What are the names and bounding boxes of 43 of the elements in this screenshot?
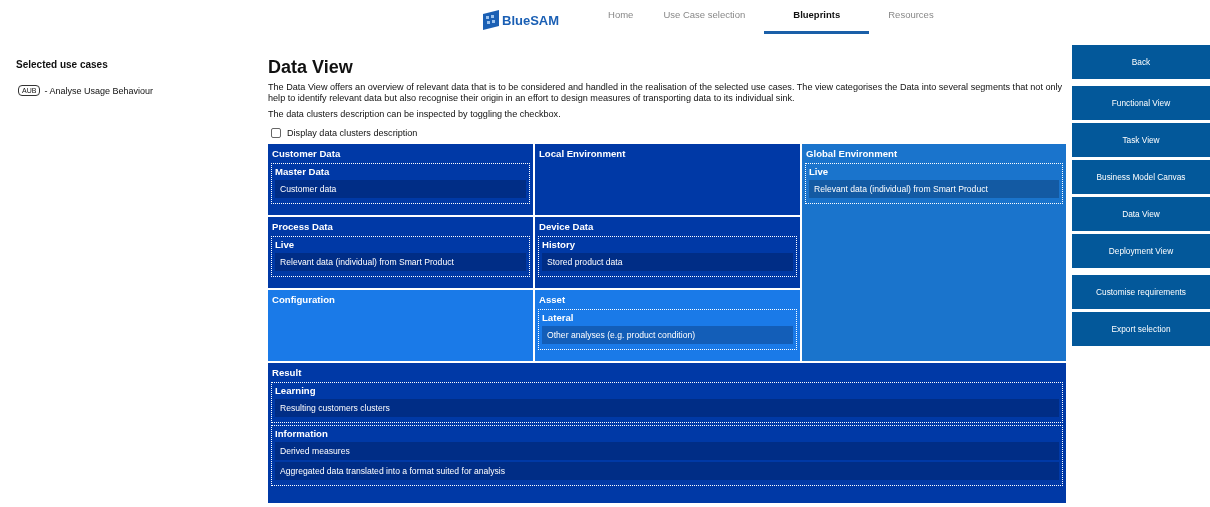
sidebar-title: Selected use cases: [16, 59, 109, 70]
action-button[interactable]: Functional View: [1072, 86, 1210, 120]
cluster-title: Configuration: [272, 294, 336, 305]
data-item: Derived measures: [275, 442, 1059, 460]
cluster-title: Global Environment: [806, 148, 899, 159]
group-title: Lateral: [542, 312, 575, 323]
nav-tab[interactable]: Home: [597, 0, 645, 34]
data-item: Aggregated data translated into a format suited for analysis: [275, 462, 1059, 480]
data-item: Resulting customers clusters: [275, 399, 1059, 417]
nav-tab[interactable]: Blueprints: [764, 0, 870, 34]
nav-tab[interactable]: Resources: [877, 0, 945, 34]
action-button[interactable]: Export selection: [1072, 312, 1210, 346]
action-button[interactable]: Task View: [1072, 123, 1210, 157]
action-button[interactable]: Data View: [1072, 197, 1210, 231]
data-item: Customer data: [275, 180, 526, 198]
group-title: History: [542, 239, 577, 250]
data-item: Other analyses (e.g. product condition): [542, 326, 793, 344]
action-button[interactable]: Business Model Canvas: [1072, 160, 1210, 194]
group-title: Master Data: [275, 166, 331, 177]
logo-icon: [483, 10, 499, 30]
data-item: Relevant data (individual) from Smart Product: [275, 253, 526, 271]
group-title: Live: [809, 166, 830, 177]
action-button[interactable]: Customise requirements: [1072, 275, 1210, 309]
cluster-title: Process Data: [272, 221, 334, 232]
description-text: The Data View offers an overview of relevant data that is to be considered and handled in the realisation of the selected use cases. The view categorises the Data into several segments that not only help to identify relevant data but also recognise their origin in an effort to design measures of transporting data to its individual sink.: [268, 82, 1064, 104]
use-case-label: - Analyse Usage Behaviour: [44, 85, 153, 96]
group-title: Live: [275, 239, 296, 250]
logo-text: BlueSAM: [502, 12, 560, 28]
group-title: Information: [275, 428, 329, 439]
group-title: Learning: [275, 385, 317, 396]
data-item: Stored product data: [542, 253, 793, 271]
cluster-title: Customer Data: [272, 148, 342, 159]
action-button[interactable]: Deployment View: [1072, 234, 1210, 268]
action-button[interactable]: Back: [1072, 45, 1210, 79]
hint-text: The data clusters description can be inspected by toggling the checkbox.: [268, 109, 562, 120]
data-item: Relevant data (individual) from Smart Product: [809, 180, 1059, 198]
cluster-title: Device Data: [539, 221, 595, 232]
cluster-title: Asset: [539, 294, 567, 305]
cluster-title: Local Environment: [539, 148, 627, 159]
nav-tab[interactable]: Use Case selection: [652, 0, 757, 34]
cluster-title: Result: [272, 367, 303, 378]
display-description-checkbox[interactable]: Display data clusters description: [271, 128, 418, 138]
page-title: Data View: [268, 57, 354, 77]
